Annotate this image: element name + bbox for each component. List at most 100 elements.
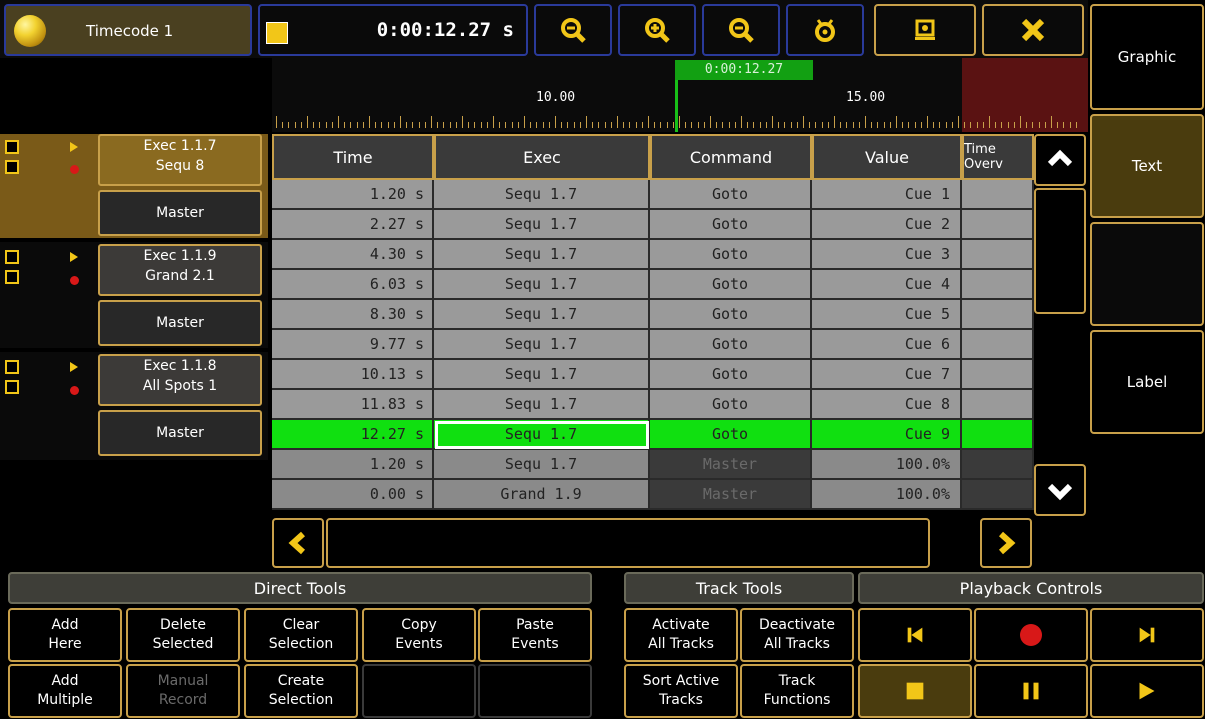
pause-button[interactable] bbox=[974, 664, 1088, 718]
cell-time[interactable]: 11.83 s bbox=[272, 390, 434, 420]
cell-exec[interactable]: Sequ 1.7 bbox=[434, 330, 650, 360]
column-header-command[interactable]: Command bbox=[650, 134, 812, 180]
add-multiple-button[interactable]: Add Multiple bbox=[8, 664, 122, 718]
view-text-button[interactable]: Text bbox=[1090, 114, 1204, 218]
checkbox-icon[interactable] bbox=[5, 380, 19, 394]
exec-label[interactable]: Exec 1.1.8 All Spots 1 bbox=[98, 354, 262, 406]
cell-exec[interactable]: Sequ 1.7 bbox=[434, 240, 650, 270]
cell-overview[interactable] bbox=[962, 210, 1034, 240]
column-header-time-overview[interactable]: Time Overv bbox=[962, 134, 1034, 180]
scroll-left-button[interactable] bbox=[272, 518, 324, 568]
column-header-exec[interactable]: Exec bbox=[434, 134, 650, 180]
cell-time[interactable]: 1.20 s bbox=[272, 180, 434, 210]
cell-value[interactable]: Cue 7 bbox=[812, 360, 962, 390]
screen-button[interactable] bbox=[874, 4, 976, 56]
cell-exec[interactable]: Sequ 1.7 bbox=[434, 210, 650, 240]
cell-command[interactable]: Master bbox=[650, 480, 812, 510]
table-row[interactable]: 10.13 s Sequ 1.7 Goto Cue 7 bbox=[272, 360, 1034, 390]
cell-time[interactable]: 1.20 s bbox=[272, 450, 434, 480]
cell-overview[interactable] bbox=[962, 420, 1034, 450]
horizontal-scrollbar[interactable] bbox=[326, 518, 930, 568]
checkbox-icon[interactable] bbox=[5, 270, 19, 284]
cell-overview[interactable] bbox=[962, 360, 1034, 390]
cell-value[interactable]: Cue 4 bbox=[812, 270, 962, 300]
skip-forward-button[interactable] bbox=[1090, 608, 1204, 662]
exec-master[interactable]: Master bbox=[98, 300, 262, 346]
cell-value[interactable]: Cue 6 bbox=[812, 330, 962, 360]
zoom-in-button[interactable] bbox=[618, 4, 696, 56]
skip-back-button[interactable] bbox=[858, 608, 972, 662]
exec-master[interactable]: Master bbox=[98, 190, 262, 236]
cell-time[interactable]: 4.30 s bbox=[272, 240, 434, 270]
cell-overview[interactable] bbox=[962, 180, 1034, 210]
exec-label[interactable]: Exec 1.1.7 Sequ 8 bbox=[98, 134, 262, 186]
cell-overview[interactable] bbox=[962, 390, 1034, 420]
sort-active-tracks-button[interactable]: Sort Active Tracks bbox=[624, 664, 738, 718]
view-graphic-button[interactable]: Graphic bbox=[1090, 4, 1204, 110]
table-row[interactable]: 9.77 s Sequ 1.7 Goto Cue 6 bbox=[272, 330, 1034, 360]
cell-exec[interactable]: Grand 1.9 bbox=[434, 480, 650, 510]
cell-command[interactable]: Master bbox=[650, 450, 812, 480]
cell-command[interactable]: Goto bbox=[650, 210, 812, 240]
table-row[interactable]: 1.20 s Sequ 1.7 Goto Cue 1 bbox=[272, 180, 1034, 210]
cell-time[interactable]: 9.77 s bbox=[272, 330, 434, 360]
column-header-value[interactable]: Value bbox=[812, 134, 962, 180]
cell-command[interactable]: Goto bbox=[650, 360, 812, 390]
table-row[interactable]: 11.83 s Sequ 1.7 Goto Cue 8 bbox=[272, 390, 1034, 420]
cell-exec[interactable]: Sequ 1.7 bbox=[434, 360, 650, 390]
paste-events-button[interactable]: Paste Events bbox=[478, 608, 592, 662]
scroll-up-button[interactable] bbox=[1034, 134, 1086, 186]
table-row[interactable]: 4.30 s Sequ 1.7 Goto Cue 3 bbox=[272, 240, 1034, 270]
cell-exec[interactable]: Sequ 1.7 bbox=[434, 300, 650, 330]
scrollbar-thumb[interactable] bbox=[1034, 316, 1086, 462]
cell-time[interactable]: 6.03 s bbox=[272, 270, 434, 300]
cell-overview[interactable] bbox=[962, 480, 1034, 510]
cell-command[interactable]: Goto bbox=[650, 390, 812, 420]
activate-all-tracks-button[interactable]: Activate All Tracks bbox=[624, 608, 738, 662]
copy-events-button[interactable]: Copy Events bbox=[362, 608, 476, 662]
cell-time[interactable]: 0.00 s bbox=[272, 480, 434, 510]
cell-command[interactable]: Goto bbox=[650, 180, 812, 210]
cell-command[interactable]: Goto bbox=[650, 330, 812, 360]
scroll-down-button[interactable] bbox=[1034, 464, 1086, 516]
stop-button[interactable] bbox=[858, 664, 972, 718]
settings-button[interactable] bbox=[786, 4, 864, 56]
timeline-ruler[interactable]: 0:00:12.27 10.00 15.00 bbox=[272, 58, 1088, 132]
exec-master[interactable]: Master bbox=[98, 410, 262, 456]
table-row[interactable]: 2.27 s Sequ 1.7 Goto Cue 2 bbox=[272, 210, 1034, 240]
cell-time[interactable]: 10.13 s bbox=[272, 360, 434, 390]
play-button[interactable] bbox=[1090, 664, 1204, 718]
create-selection-button[interactable]: Create Selection bbox=[244, 664, 358, 718]
cell-time[interactable]: 2.27 s bbox=[272, 210, 434, 240]
collapse-icon[interactable] bbox=[5, 250, 19, 264]
cell-value[interactable]: Cue 8 bbox=[812, 390, 962, 420]
playhead-cursor[interactable] bbox=[675, 80, 678, 132]
view-empty-button[interactable] bbox=[1090, 222, 1204, 326]
table-row[interactable]: 1.20 s Sequ 1.7 Master 100.0% bbox=[272, 450, 1034, 480]
cell-overview[interactable] bbox=[962, 330, 1034, 360]
zoom-fit-button[interactable] bbox=[702, 4, 780, 56]
table-row[interactable]: 0.00 s Grand 1.9 Master 100.0% bbox=[272, 480, 1034, 510]
collapse-icon[interactable] bbox=[5, 140, 19, 154]
column-header-time[interactable]: Time bbox=[272, 134, 434, 180]
cell-command[interactable]: Goto bbox=[650, 300, 812, 330]
record-button[interactable] bbox=[974, 608, 1088, 662]
time-display[interactable]: 0:00:12.27 s bbox=[258, 4, 528, 56]
deactivate-all-tracks-button[interactable]: Deactivate All Tracks bbox=[740, 608, 854, 662]
cell-command[interactable]: Goto bbox=[650, 240, 812, 270]
cell-value[interactable]: 100.0% bbox=[812, 450, 962, 480]
cell-value[interactable]: 100.0% bbox=[812, 480, 962, 510]
cell-exec[interactable]: Sequ 1.7 bbox=[434, 270, 650, 300]
cell-value[interactable]: Cue 3 bbox=[812, 240, 962, 270]
cell-value[interactable]: Cue 2 bbox=[812, 210, 962, 240]
cell-time[interactable]: 12.27 s bbox=[272, 420, 434, 450]
cell-overview[interactable] bbox=[962, 270, 1034, 300]
cell-exec[interactable]: Sequ 1.7 bbox=[434, 450, 650, 480]
scroll-track-upper[interactable] bbox=[1034, 188, 1086, 314]
table-row[interactable]: 6.03 s Sequ 1.7 Goto Cue 4 bbox=[272, 270, 1034, 300]
manual-record-button[interactable]: Manual Record bbox=[126, 664, 240, 718]
cell-value[interactable]: Cue 9 bbox=[812, 420, 962, 450]
cell-overview[interactable] bbox=[962, 300, 1034, 330]
track-functions-button[interactable]: Track Functions bbox=[740, 664, 854, 718]
cell-command[interactable]: Goto bbox=[650, 270, 812, 300]
